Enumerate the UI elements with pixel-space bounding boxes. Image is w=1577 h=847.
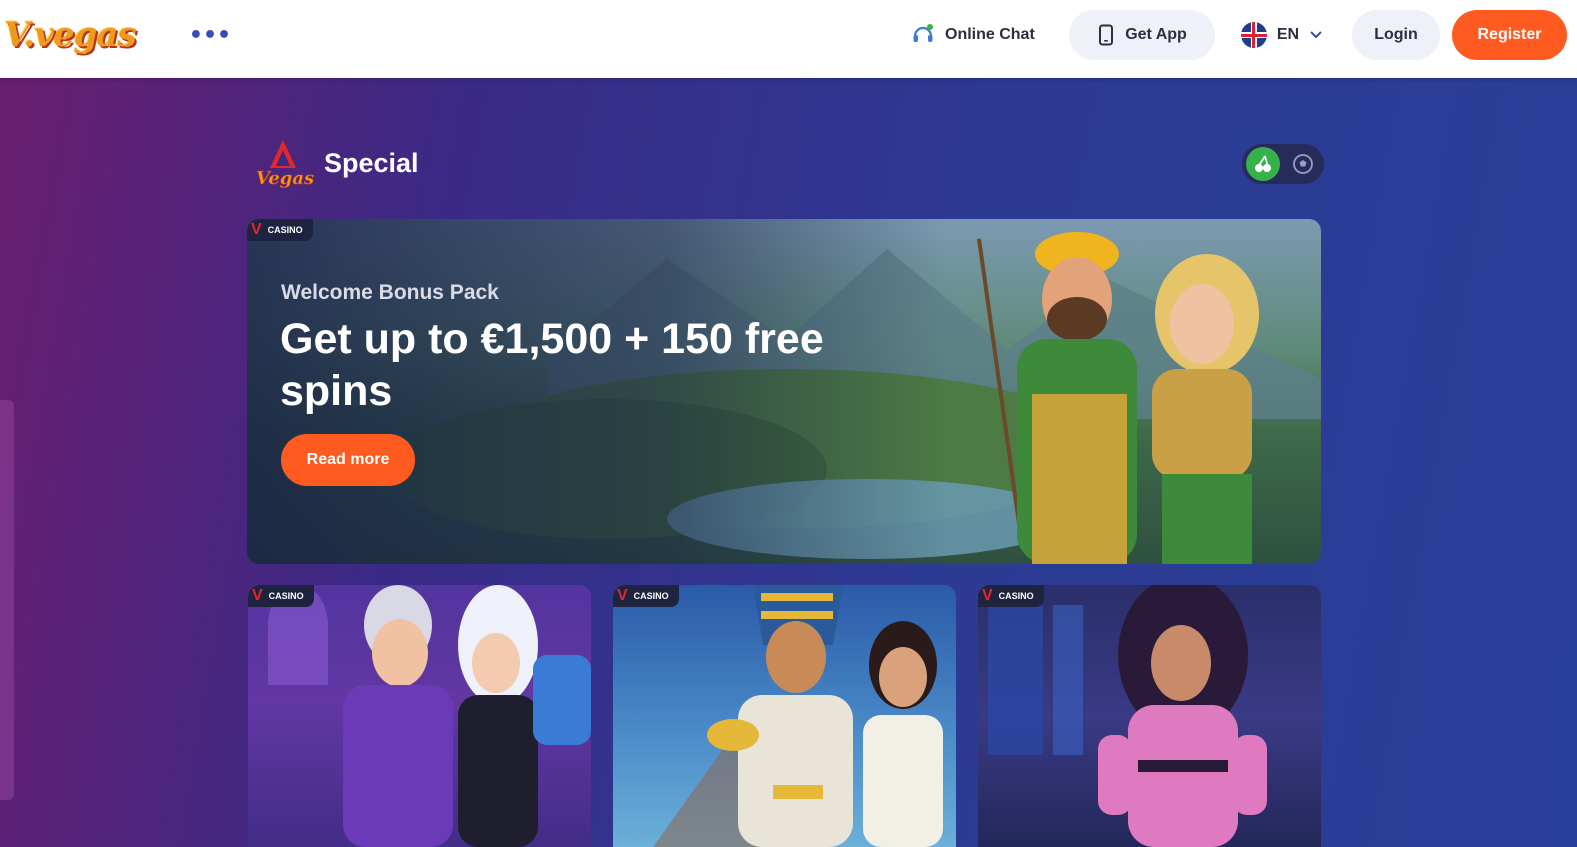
card-2-illustration xyxy=(653,585,943,847)
section-title: Special xyxy=(324,148,419,178)
promo-card-2[interactable]: V CASINO xyxy=(613,585,956,847)
casino-badge: V CASINO xyxy=(248,585,314,607)
cherry-icon xyxy=(1255,155,1271,172)
logo-text: V.vegas xyxy=(4,15,137,55)
welcome-bonus-banner[interactable]: V CASINO Welcome Bonus Pack Get up to €1… xyxy=(247,219,1321,564)
online-chat-button[interactable]: Online Chat xyxy=(905,10,1041,60)
get-app-button[interactable]: Get App xyxy=(1069,10,1215,60)
banner-title: Get up to €1,500 + 150 free spins xyxy=(280,315,824,415)
online-chat-label: Online Chat xyxy=(945,26,1035,43)
card-3-illustration xyxy=(988,585,1267,847)
phone-icon xyxy=(1099,24,1114,46)
casino-badge-label: CASINO xyxy=(267,225,303,235)
casino-badge: V CASINO xyxy=(247,219,313,241)
ellipsis-icon: ••• xyxy=(188,22,232,48)
top-header: V.vegas ••• Online Chat Get App EN Login… xyxy=(0,0,1577,78)
card-1-illustration xyxy=(248,585,591,847)
chevron-down-icon xyxy=(1310,31,1322,39)
product-toggle xyxy=(1242,144,1324,184)
casino-badge-label: CASINO xyxy=(268,591,304,601)
read-more-button[interactable]: Read more xyxy=(281,434,415,486)
casino-badge: V CASINO xyxy=(613,585,679,607)
promo-card-3[interactable]: V CASINO xyxy=(978,585,1321,847)
soccer-ball-icon xyxy=(1293,154,1313,174)
get-app-label: Get App xyxy=(1125,26,1187,43)
v-logo-icon: V xyxy=(982,587,993,604)
vvegas-logo[interactable]: V.vegas xyxy=(4,0,144,70)
register-label: Register xyxy=(1477,26,1542,43)
casino-badge: V CASINO xyxy=(978,585,1044,607)
register-button[interactable]: Register xyxy=(1452,10,1567,60)
login-label: Login xyxy=(1374,26,1418,43)
vegas-special-logo-icon: Vegas xyxy=(256,140,314,189)
v-logo-icon: V xyxy=(252,587,263,604)
casino-toggle[interactable] xyxy=(1246,147,1280,181)
language-label: EN xyxy=(1276,26,1300,43)
login-button[interactable]: Login xyxy=(1352,10,1440,60)
background-decoration xyxy=(0,400,14,800)
v-logo-icon: V xyxy=(251,221,262,238)
headset-chat-icon xyxy=(913,24,933,42)
casino-badge-label: CASINO xyxy=(998,591,1034,601)
v-logo-icon: V xyxy=(617,587,628,604)
sports-toggle[interactable] xyxy=(1286,147,1320,181)
banner-subtitle: Welcome Bonus Pack xyxy=(281,281,499,304)
more-menu-button[interactable]: ••• xyxy=(189,22,231,48)
language-selector[interactable]: EN xyxy=(1232,10,1332,60)
promo-card-1[interactable]: V CASINO xyxy=(248,585,591,847)
casino-badge-label: CASINO xyxy=(633,591,669,601)
uk-flag-icon xyxy=(1240,22,1267,48)
svg-text:Vegas: Vegas xyxy=(256,168,314,189)
